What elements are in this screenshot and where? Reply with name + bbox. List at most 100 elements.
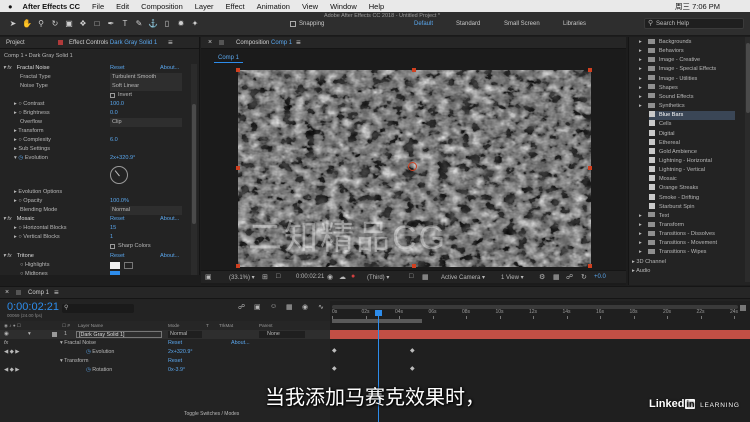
- effects-preset-item[interactable]: Cells: [649, 120, 671, 129]
- expand-arrow-icon[interactable]: ▸: [639, 39, 642, 45]
- effects-preset-item[interactable]: ▸ Image - Creative: [639, 56, 700, 65]
- invert-checkbox[interactable]: [110, 93, 115, 98]
- layer-expand-icon[interactable]: ▾: [28, 330, 31, 339]
- rotate-tool-icon[interactable]: ↻: [50, 18, 60, 29]
- fractal-noise-reset[interactable]: Reset: [110, 64, 125, 73]
- effects-preset-item[interactable]: ▸ Shapes: [639, 84, 678, 93]
- region-of-interest-icon[interactable]: □: [409, 273, 413, 280]
- playhead-handle[interactable]: [375, 310, 382, 316]
- composition-tab-comp1[interactable]: Comp 1: [214, 53, 244, 63]
- expand-arrow-icon[interactable]: ▸: [639, 57, 642, 63]
- resolution-dropdown[interactable]: (Third) ▾: [367, 274, 389, 281]
- snapshot-icon[interactable]: ◉: [327, 273, 333, 281]
- transparency-grid-icon[interactable]: ▦: [422, 273, 429, 281]
- views-dropdown[interactable]: 1 View ▾: [501, 274, 524, 281]
- layer-label-color[interactable]: [52, 332, 57, 337]
- effects-preset-item[interactable]: ▸ Backgrounds: [639, 38, 691, 47]
- puppet-tool-icon[interactable]: ✦: [190, 18, 200, 29]
- complexity-value[interactable]: 6.0: [110, 136, 118, 145]
- expand-arrow-icon[interactable]: ▸: [639, 103, 642, 109]
- layer-handle-br[interactable]: [588, 264, 592, 268]
- column-layer-name[interactable]: Layer Name: [78, 321, 103, 330]
- workspace-libraries[interactable]: Libraries: [563, 21, 586, 27]
- frame-blending-icon[interactable]: ▦: [286, 303, 293, 311]
- effects-preset-item[interactable]: ▸ Text: [639, 212, 669, 221]
- toggle-switches-modes[interactable]: Toggle Switches / Modes: [184, 411, 239, 417]
- tritone-about[interactable]: About...: [160, 252, 179, 261]
- vertical-blocks-value[interactable]: 1: [110, 233, 113, 242]
- timeline-tab[interactable]: Comp 1: [28, 290, 49, 296]
- layer-name[interactable]: [Dark Gray Solid 1]: [76, 331, 162, 338]
- expand-arrow-icon[interactable]: ▸: [639, 222, 642, 228]
- fractal-noise-row[interactable]: ▾ fx Fractal Noise: [3, 64, 50, 73]
- effects-preset-item[interactable]: ▸ Transitions - Dissolves: [639, 230, 715, 239]
- horizontal-blocks-value[interactable]: 15: [110, 224, 116, 233]
- draft-3d-icon[interactable]: ▣: [254, 303, 261, 311]
- clone-stamp-tool-icon[interactable]: ⚓: [148, 18, 158, 29]
- workspace-standard[interactable]: Standard: [456, 21, 480, 27]
- effects-preset-item[interactable]: ▸ Transitions - Movement: [639, 239, 717, 248]
- blending-mode-dropdown[interactable]: Normal: [110, 206, 182, 215]
- timeline-fractal-noise-about[interactable]: About...: [231, 339, 250, 348]
- expand-arrow-icon[interactable]: ▸: [639, 231, 642, 237]
- mosaic-fx-icon[interactable]: ▾ fx: [3, 216, 12, 222]
- timeline-transform-reset[interactable]: Reset: [168, 357, 182, 366]
- rotation-keyframe-start[interactable]: ◆: [332, 365, 337, 372]
- pan-behind-tool-icon[interactable]: ❖: [78, 18, 88, 29]
- timeline-fractal-noise-reset[interactable]: Reset: [168, 339, 182, 348]
- pen-tool-icon[interactable]: ✒: [106, 18, 116, 29]
- layer-row[interactable]: ◉ ▾ 1 [Dark Gray Solid 1] Normal None: [0, 330, 330, 339]
- always-preview-icon[interactable]: ▣: [205, 273, 212, 281]
- evolution-options-group[interactable]: ▸ Evolution Options: [14, 188, 62, 197]
- expand-arrow-icon[interactable]: ▸: [639, 85, 642, 91]
- effects-preset-item[interactable]: Orange Streaks: [649, 184, 698, 193]
- timeline-timecode[interactable]: 0:00:02:21: [7, 301, 59, 313]
- keyframe-nav-icon[interactable]: ◀ ◆ ▶: [4, 348, 19, 357]
- composition-lock-icon[interactable]: [219, 40, 224, 45]
- expand-arrow-icon[interactable]: ▸: [639, 213, 642, 219]
- tab-effect-controls[interactable]: Effect Controls Dark Gray Solid 1: [69, 40, 157, 46]
- composition-menu-icon[interactable]: ≡: [296, 38, 301, 47]
- fx-toggle-icon[interactable]: ▾ fx: [3, 65, 12, 71]
- work-area-bar[interactable]: [332, 319, 422, 323]
- sharp-colors-checkbox[interactable]: [110, 244, 115, 249]
- menu-effect[interactable]: Effect: [226, 2, 245, 11]
- layer-visibility-icon[interactable]: ◉: [4, 330, 9, 339]
- hand-tool-icon[interactable]: ✋: [22, 18, 32, 29]
- timeline-rotation-value[interactable]: 0x-3.9°: [168, 366, 185, 375]
- expand-arrow-icon[interactable]: ▸: [639, 249, 642, 255]
- stopwatch-icon[interactable]: ◷: [18, 155, 23, 161]
- effects-preset-item[interactable]: ▸ Image - Special Effects: [639, 65, 716, 74]
- brush-tool-icon[interactable]: ✎: [134, 18, 144, 29]
- effects-preset-item[interactable]: Smoke - Drifting: [649, 193, 699, 203]
- menu-edit[interactable]: Edit: [116, 2, 129, 11]
- effect-controls-scrollbar[interactable]: [191, 64, 197, 275]
- camera-tool-icon[interactable]: ▣: [64, 18, 74, 29]
- workspace-default[interactable]: Default: [414, 21, 433, 27]
- menu-layer[interactable]: Layer: [195, 2, 214, 11]
- highlights-swatch[interactable]: [110, 262, 120, 269]
- flowchart-icon[interactable]: ☍: [566, 273, 573, 281]
- menu-composition[interactable]: Composition: [141, 2, 183, 11]
- timeline-evolution-value[interactable]: 2x+320.9°: [168, 348, 193, 357]
- contrast-value[interactable]: 100.0: [110, 100, 124, 109]
- column-trkmat[interactable]: TrkMat: [219, 321, 233, 330]
- tritone-row[interactable]: ▾ fx Tritone: [3, 252, 34, 261]
- effects-preset-item[interactable]: ▸ Transitions - Wipes: [639, 248, 706, 257]
- mosaic-about[interactable]: About...: [160, 215, 179, 224]
- expand-arrow-icon[interactable]: ▸: [639, 240, 642, 246]
- anchor-point-icon[interactable]: [408, 162, 417, 171]
- evolution-value[interactable]: 2x+320.9°: [110, 154, 135, 163]
- comp-button-icon[interactable]: [740, 305, 746, 311]
- highlights-eyedropper-icon[interactable]: [124, 262, 133, 269]
- composition-close-icon[interactable]: ×: [208, 39, 212, 46]
- evolution-stopwatch-icon[interactable]: ◷: [86, 349, 91, 355]
- effects-presets-scroll-thumb[interactable]: [746, 43, 750, 113]
- transform-group[interactable]: ▸ Transform: [14, 127, 44, 136]
- sub-settings-group[interactable]: ▸ Sub Settings: [14, 145, 50, 154]
- effects-preset-item[interactable]: ▸ Sound Effects: [639, 93, 694, 102]
- expand-arrow-icon[interactable]: ▸: [639, 94, 642, 100]
- expand-arrow-icon[interactable]: ▸: [639, 66, 642, 72]
- shy-layers-icon[interactable]: ☺: [270, 303, 277, 310]
- search-help-field[interactable]: ⚲ Search Help: [644, 18, 744, 29]
